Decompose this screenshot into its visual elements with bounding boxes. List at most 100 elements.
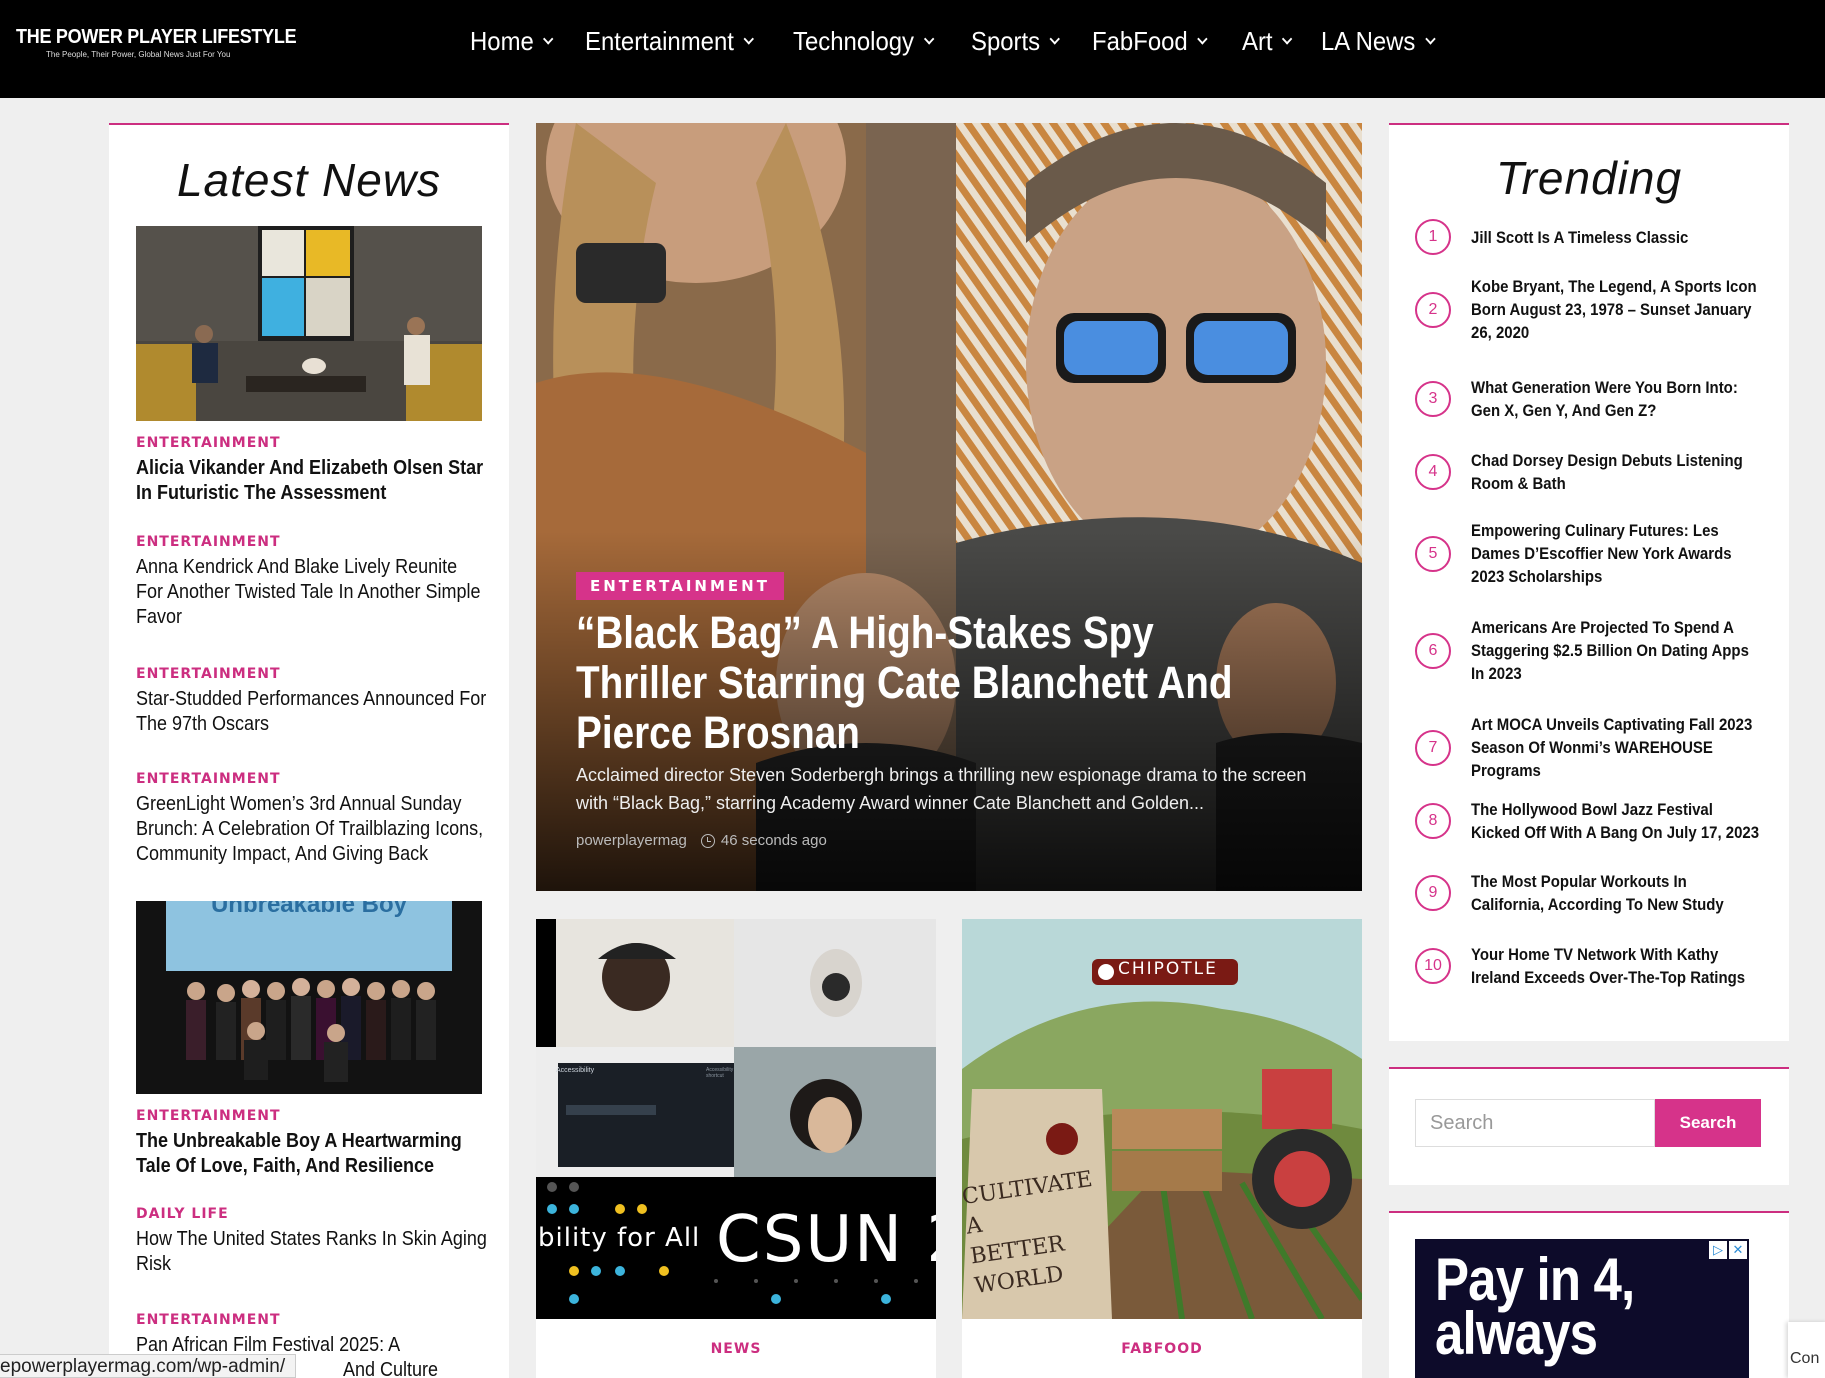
card-image[interactable]: CHIPOTLE CULTIVATE A BETTER WORLD <box>962 919 1362 1319</box>
trending-link[interactable]: Jill Scott Is A Timeless Classic <box>1471 226 1761 249</box>
nav-home[interactable]: Home <box>470 26 554 57</box>
nav-art[interactable]: Art <box>1242 26 1293 57</box>
article-card-fabfood[interactable]: CHIPOTLE CULTIVATE A BETTER WORLD FABFOO… <box>962 919 1362 1378</box>
trending-rank: 5 <box>1415 535 1451 572</box>
list-item[interactable]: ENTERTAINMENT Alicia Vikander And Elizab… <box>136 226 526 506</box>
nav-sports[interactable]: Sports <box>970 26 1060 57</box>
latest-news-widget: Latest News ENTERTAINMENT Alicia Vikande… <box>109 123 509 1378</box>
hero-meta: powerplayermag 46 seconds ago <box>576 832 827 849</box>
article-category[interactable]: DAILY LIFE <box>136 1206 526 1222</box>
premiere-photo-image <box>136 901 482 1094</box>
article-category[interactable]: FABFOOD <box>962 1341 1362 1357</box>
hero-time: 46 seconds ago <box>720 832 827 849</box>
chevron-down-icon <box>543 32 554 45</box>
ad-line-1: Pay in 4, <box>1435 1246 1635 1313</box>
trending-item[interactable]: 5 Empowering Culinary Futures: Les Dames… <box>1415 519 1801 588</box>
hero-author[interactable]: powerplayermag <box>576 832 687 849</box>
trending-rank: 1 <box>1415 219 1451 255</box>
trending-link[interactable]: The Most Popular Workouts In California,… <box>1471 870 1761 916</box>
nav-la-news-label: LA News <box>1321 26 1416 56</box>
corner-widget[interactable]: Con <box>1788 1322 1825 1378</box>
hero-category-badge[interactable]: ENTERTAINMENT <box>576 572 784 600</box>
nav-entertainment-label: Entertainment <box>585 26 735 56</box>
trending-item[interactable]: 2 Kobe Bryant, The Legend, A Sports Icon… <box>1415 275 1801 344</box>
hero-excerpt: Acclaimed director Steven Soderbergh bri… <box>576 765 1307 813</box>
trending-link[interactable]: Americans Are Projected To Spend A Stagg… <box>1471 616 1761 685</box>
nav-sports-label: Sports <box>970 26 1040 56</box>
main-nav: Home Entertainment Technology Sports Fab… <box>470 26 1470 57</box>
trending-item[interactable]: 3 What Generation Were You Born Into: Ge… <box>1415 376 1801 422</box>
chevron-down-icon <box>1197 32 1208 45</box>
nav-technology[interactable]: Technology <box>793 26 935 57</box>
article-headline[interactable]: Star-Studded Performances Announced For … <box>136 687 487 737</box>
room-scene-image <box>136 226 482 421</box>
trending-item[interactable]: 9 The Most Popular Workouts In Californi… <box>1415 870 1801 916</box>
list-item[interactable]: DAILY LIFE How The United States Ranks I… <box>136 1206 526 1277</box>
trending-link[interactable]: Art MOCA Unveils Captivating Fall 2023 S… <box>1471 713 1761 782</box>
trending-link[interactable]: What Generation Were You Born Into: Gen … <box>1471 376 1761 422</box>
nav-home-label: Home <box>470 26 534 56</box>
bag-text: CULTIVATE A BETTER WORLD <box>962 1166 1095 1300</box>
nav-fabfood[interactable]: FabFood <box>1092 26 1208 57</box>
chipotle-logo-text: CHIPOTLE <box>1118 959 1218 979</box>
list-item[interactable]: ENTERTAINMENT Anna Kendrick And Blake Li… <box>136 534 526 630</box>
advertisement[interactable]: Pay in 4, always ▷ ✕ <box>1415 1239 1749 1378</box>
site-logo[interactable]: THE POWER PLAYER LIFESTYLE The People, T… <box>16 26 328 59</box>
article-category[interactable]: ENTERTAINMENT <box>136 1108 526 1124</box>
article-headline[interactable]: Alicia Vikander And Elizabeth Olsen Star… <box>136 456 487 506</box>
nav-la-news[interactable]: LA News <box>1321 26 1436 57</box>
logo-title: THE POWER PLAYER LIFESTYLE <box>16 26 297 48</box>
trending-link[interactable]: Empowering Culinary Futures: Les Dames D… <box>1471 519 1761 588</box>
trending-rank: 6 <box>1415 632 1451 669</box>
article-headline[interactable]: GreenLight Women’s 3rd Annual Sunday Bru… <box>136 792 487 867</box>
article-thumbnail[interactable] <box>136 226 482 421</box>
article-category[interactable]: ENTERTAINMENT <box>136 771 526 787</box>
close-icon[interactable]: ✕ <box>1729 1241 1747 1259</box>
ad-headline: Pay in 4, always <box>1435 1246 1635 1367</box>
article-headline[interactable]: How The United States Ranks In Skin Agin… <box>136 1227 487 1277</box>
adchoices-icon[interactable]: ▷ <box>1709 1241 1727 1259</box>
trending-item[interactable]: 7 Art MOCA Unveils Captivating Fall 2023… <box>1415 713 1801 782</box>
thumbnail-caption: Unbreakable Boy <box>210 901 408 918</box>
article-thumbnail[interactable]: Unbreakable Boy <box>136 901 482 1094</box>
card-image[interactable]: Accessibility Accessibility shortcut bil… <box>536 919 936 1319</box>
logo-tagline: The People, Their Power, Global News Jus… <box>46 50 231 59</box>
search-button[interactable]: Search <box>1655 1099 1761 1147</box>
nav-technology-label: Technology <box>793 26 915 56</box>
trending-item[interactable]: 1 Jill Scott Is A Timeless Classic <box>1415 219 1801 255</box>
article-category[interactable]: NEWS <box>536 1341 936 1357</box>
list-item[interactable]: Unbreakable Boy ENTERTAINMENT The Unbrea… <box>136 901 526 1179</box>
trending-widget: Trending 1 Jill Scott Is A Timeless Clas… <box>1389 123 1789 1041</box>
trending-item[interactable]: 8 The Hollywood Bowl Jazz Festival Kicke… <box>1415 798 1801 844</box>
list-item[interactable]: ENTERTAINMENT GreenLight Women’s 3rd Ann… <box>136 771 526 867</box>
chevron-down-icon <box>743 32 755 45</box>
chevron-down-icon <box>923 32 935 45</box>
trending-item[interactable]: 6 Americans Are Projected To Spend A Sta… <box>1415 616 1801 685</box>
trending-title: Trending <box>1495 152 1683 204</box>
article-headline[interactable]: The Unbreakable Boy A Heartwarming Tale … <box>136 1129 487 1179</box>
trending-link[interactable]: Chad Dorsey Design Debuts Listening Room… <box>1471 449 1761 495</box>
trending-link[interactable]: The Hollywood Bowl Jazz Festival Kicked … <box>1471 798 1761 844</box>
nav-entertainment[interactable]: Entertainment <box>585 26 755 57</box>
trending-item[interactable]: 10 Your Home TV Network With Kathy Irela… <box>1415 943 1801 989</box>
trending-link[interactable]: Your Home TV Network With Kathy Ireland … <box>1471 943 1761 989</box>
featured-article[interactable]: ENTERTAINMENT “Black Bag” A High-Stakes … <box>536 123 1362 891</box>
article-category[interactable]: ENTERTAINMENT <box>136 534 526 550</box>
search-widget: Search <box>1389 1067 1789 1185</box>
chevron-down-icon <box>1049 32 1060 45</box>
ad-line-2: always <box>1435 1300 1598 1367</box>
article-headline[interactable]: Anna Kendrick And Blake Lively Reunite F… <box>136 555 487 630</box>
ad-widget: Pay in 4, always ▷ ✕ <box>1389 1211 1789 1378</box>
trending-link[interactable]: Kobe Bryant, The Legend, A Sports Icon B… <box>1471 275 1761 344</box>
trending-rank: 7 <box>1415 729 1451 766</box>
article-category[interactable]: ENTERTAINMENT <box>136 1312 526 1328</box>
trending-rank: 9 <box>1415 875 1451 911</box>
article-card-news[interactable]: Accessibility Accessibility shortcut bil… <box>536 919 936 1378</box>
search-input[interactable] <box>1415 1099 1655 1147</box>
list-item[interactable]: ENTERTAINMENT Star-Studded Performances … <box>136 666 526 737</box>
trending-rank: 3 <box>1415 381 1451 417</box>
article-category[interactable]: ENTERTAINMENT <box>136 666 526 682</box>
article-category[interactable]: ENTERTAINMENT <box>136 435 526 451</box>
hero-title[interactable]: “Black Bag” A High-Stakes Spy Thriller S… <box>576 608 1281 758</box>
trending-item[interactable]: 4 Chad Dorsey Design Debuts Listening Ro… <box>1415 449 1801 495</box>
